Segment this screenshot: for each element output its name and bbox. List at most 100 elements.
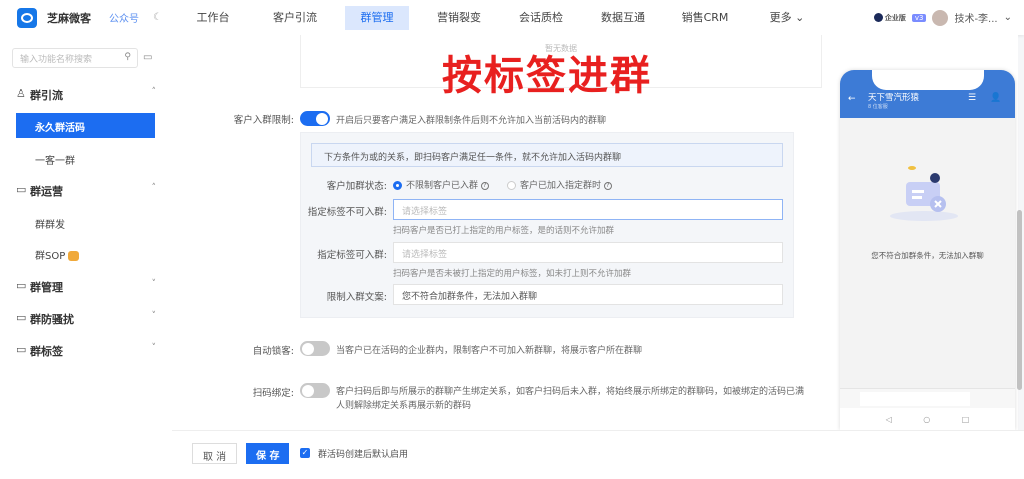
nav-data[interactable]: 数据互通 — [582, 6, 664, 30]
sidebar-item-permanent-code[interactable]: 永久群活码 — [16, 113, 155, 138]
allow-tag-label: 指定标签可入群: — [317, 250, 387, 261]
home-circle-icon: ○ — [923, 414, 931, 424]
chat-icon: ▭ — [16, 343, 27, 356]
limit-label: 客户入群限制: — [233, 115, 294, 126]
limit-text-label: 限制入群文案: — [326, 292, 387, 303]
account-type-link[interactable]: 公众号 — [109, 10, 139, 25]
scrollbar[interactable] — [1017, 210, 1022, 390]
limit-toggle[interactable] — [300, 111, 330, 126]
brand-name: 芝麻微客 — [47, 11, 91, 25]
scan-bind-toggle[interactable] — [300, 383, 330, 398]
scan-bind-label: 扫码绑定: — [252, 388, 294, 399]
sidebar-item-group-broadcast[interactable]: 群群发 — [35, 216, 65, 231]
option-label: 客户已加入指定群时 — [520, 181, 602, 191]
option-label: 不限制客户已入群 — [406, 181, 479, 191]
nav-marketing[interactable]: 营销裂变 — [418, 6, 500, 30]
user-name[interactable]: 技术-李... — [954, 10, 997, 25]
card-icon[interactable]: ▭ — [143, 52, 152, 63]
person-icon: 👤 — [990, 93, 1002, 103]
back-triangle-icon: ◁ — [885, 414, 892, 424]
chevron-down-icon: ˅ — [151, 279, 157, 289]
status-option-unlimited[interactable]: 不限制客户已入群 ? — [393, 178, 489, 191]
avatar[interactable] — [932, 9, 949, 26]
nav-more[interactable]: 更多 ⌄ — [746, 6, 828, 30]
scan-bind-desc: 客户扫码后即与所展示的群聊产生绑定关系，如客户扫码后未入群，将始终展示所绑定的群… — [336, 387, 805, 397]
chevron-up-icon: ˄ — [151, 87, 157, 97]
limit-text-input[interactable]: 您不符合加群条件，无法加入群聊 — [393, 284, 783, 305]
auto-lock-label: 自动锁客: — [252, 346, 294, 357]
phone-nav: ◁ ○ □ — [840, 408, 1015, 430]
chevron-down-icon: ˅ — [151, 343, 157, 353]
radio-unchecked[interactable] — [507, 181, 516, 190]
sidebar-group-traffic[interactable]: ♙ 群引流 ˄ — [16, 87, 156, 103]
nav-workbench[interactable]: 工作台 — [172, 6, 254, 30]
group-label: 群引流 — [30, 89, 63, 102]
footer-bar: 取 消 保 存 ✓ 群活码创建后默认启用 — [172, 430, 1024, 479]
deny-tag-hint: 扫码客户是否已打上指定的用户标签，是的话则不允许加群 — [393, 226, 615, 236]
dark-mode-icon[interactable]: ☾ — [153, 12, 162, 23]
chat-icon: ▭ — [16, 279, 27, 292]
phone-preview: ← 天下雪汽形猿 8 位客服 ☰ 👤 您不符合加群条件，无法加入群聊 ◁ ○ □ — [840, 70, 1015, 430]
nav-crm[interactable]: 销售CRM — [664, 6, 746, 30]
phone-chat-title: 天下雪汽形猿 — [868, 93, 920, 103]
vip-badge-icon — [68, 251, 80, 261]
version-badge: v3 — [911, 13, 927, 22]
edition-label: 企业版 — [884, 13, 906, 22]
sidebar-group-operation[interactable]: ▭ 群运营 ˄ — [16, 183, 156, 199]
recent-square-icon: □ — [961, 414, 970, 424]
sidebar-group-anti-harass[interactable]: ▭ 群防骚扰 ˅ — [16, 311, 156, 327]
group-label: 群管理 — [30, 281, 63, 294]
phone-input-bar — [840, 388, 1015, 408]
limit-desc: 开启后只要客户满足入群限制条件后则不允许加入当前活码内的群聊 — [336, 116, 607, 126]
item-label: 群SOP — [35, 251, 66, 262]
group-label: 群标签 — [30, 345, 63, 358]
deny-tag-label: 指定标签不可入群: — [307, 207, 387, 218]
auto-lock-desc: 当客户已在活码的企业群内，限制客户不可加入新群聊，将展示客户所在群聊 — [336, 346, 643, 356]
status-option-in-group[interactable]: 客户已加入指定群时 ? — [507, 178, 612, 191]
phone-message: 您不符合加群条件，无法加入群聊 — [871, 251, 984, 260]
user-area: 企业版 v3 技术-李... ⌄ — [873, 9, 1012, 26]
logo — [17, 7, 37, 28]
limit-conditions-panel: 下方条件为或的关系，即扫码客户满足任一条件，就不允许加入活码内群聊 客户加群状态… — [300, 132, 794, 318]
overlay-title: 按标签进群 — [442, 52, 652, 99]
deny-tag-select[interactable]: 请选择标签 — [393, 199, 783, 220]
conditions-tip: 下方条件为或的关系，即扫码客户满足任一条件，就不允许加入活码内群聊 — [311, 143, 783, 167]
nav-customer-traffic[interactable]: 客户引流 — [254, 6, 336, 30]
chevron-down-icon: ˅ — [151, 311, 157, 321]
top-bar: 芝麻微客 公众号 ☾ 工作台 客户引流 群管理 营销裂变 会话质检 数据互通 销… — [0, 0, 1024, 35]
help-icon[interactable]: ? — [480, 181, 489, 190]
search-placeholder: 输入功能名称搜索 — [20, 55, 93, 65]
shield-chat-icon: ▭ — [16, 311, 27, 324]
sidebar-group-management[interactable]: ▭ 群管理 ˅ — [16, 279, 156, 295]
chevron-down-icon: ⌄ — [795, 10, 805, 24]
function-search-input[interactable]: 输入功能名称搜索 ⚲ — [12, 48, 138, 68]
enable-by-default-checkbox[interactable]: ✓ — [300, 448, 310, 458]
allow-tag-select[interactable]: 请选择标签 — [393, 242, 783, 263]
radio-checked[interactable] — [393, 181, 402, 190]
sidebar-item-one-customer-one-group[interactable]: 一客一群 — [35, 152, 75, 167]
cancel-button[interactable]: 取 消 — [192, 443, 238, 464]
main-nav: 工作台 客户引流 群管理 营销裂变 会话质检 数据互通 销售CRM 更多 ⌄ — [172, 0, 828, 35]
phone-header: ← 天下雪汽形猿 8 位客服 ☰ 👤 — [840, 70, 1015, 118]
auto-lock-toggle[interactable] — [300, 341, 330, 356]
sidebar-group-tags[interactable]: ▭ 群标签 ˅ — [16, 343, 156, 359]
save-button[interactable]: 保 存 — [246, 443, 290, 464]
allow-tag-hint: 扫码客户是否未被打上指定的用户标签，如未打上则不允许加群 — [393, 269, 632, 279]
group-label: 群防骚扰 — [30, 313, 74, 326]
chevron-down-icon[interactable]: ⌄ — [1004, 12, 1012, 23]
nav-session-qc[interactable]: 会话质检 — [500, 6, 582, 30]
edition-badge: 企业版 — [873, 13, 906, 23]
group-label: 群运营 — [30, 185, 63, 198]
scan-bind-desc-2: 人则解除绑定关系再展示新的群码 — [336, 401, 472, 411]
back-arrow-icon: ← — [848, 94, 856, 104]
nav-group-management[interactable]: 群管理 — [345, 5, 409, 30]
sidebar: 输入功能名称搜索 ⚲ ▭ ♙ 群引流 ˄ 永久群活码 一客一群 ▭ 群运营 ˄ 群群发 群… — [0, 35, 172, 479]
chevron-up-icon: ˄ — [151, 183, 157, 193]
phone-chat-subtitle: 8 位客服 — [868, 104, 888, 110]
search-icon[interactable]: ⚲ — [124, 52, 131, 62]
user-icon: ♙ — [16, 87, 26, 100]
empty-illustration — [890, 166, 958, 221]
help-icon[interactable]: ? — [603, 181, 612, 190]
status-label: 客户加群状态: — [326, 181, 387, 192]
sidebar-item-group-sop[interactable]: 群SOP — [35, 247, 80, 262]
